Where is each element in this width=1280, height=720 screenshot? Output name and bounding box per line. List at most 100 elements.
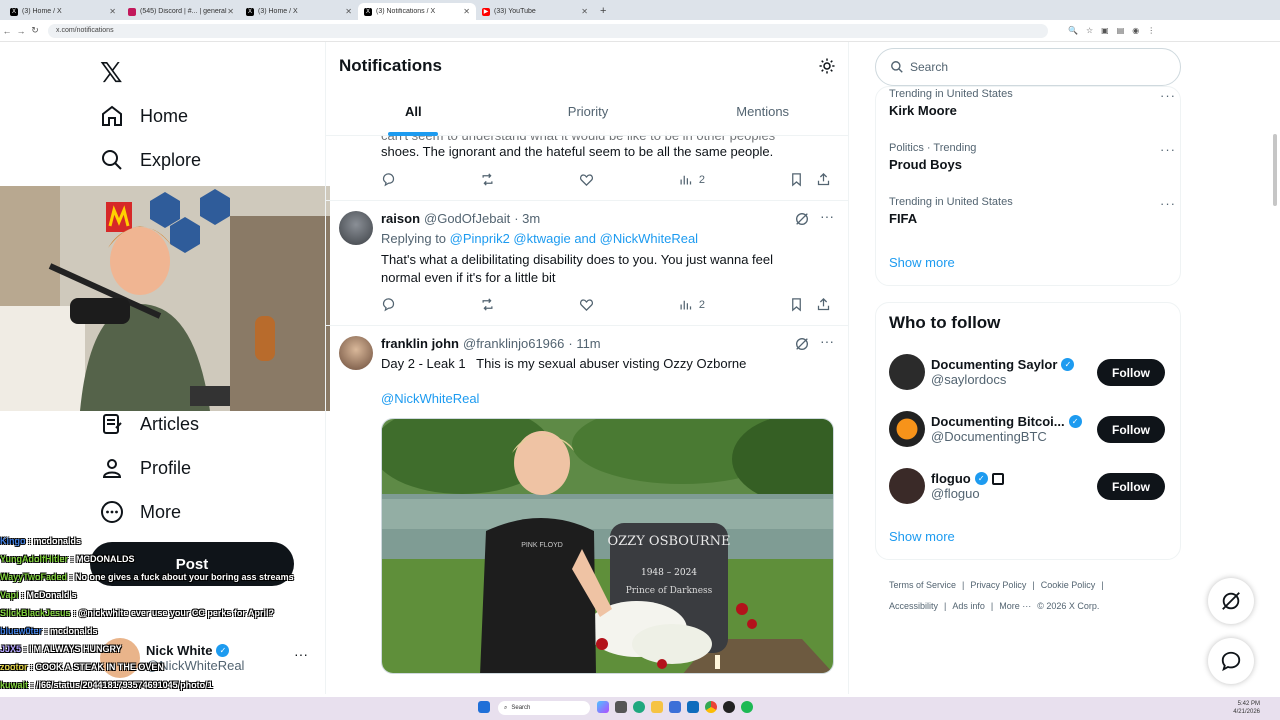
- copilot-icon[interactable]: [597, 701, 609, 713]
- stream-chat-overlay: Kingo : mcdonalds YungAdolfHitler : MCDON…: [0, 532, 340, 712]
- close-tab-icon[interactable]: ✕: [227, 7, 234, 16]
- scrollbar[interactable]: [1273, 134, 1277, 206]
- edge-icon[interactable]: [633, 701, 645, 713]
- follow-suggestion[interactable]: Documenting Bitcoi... ✓ @DocumentingBTC F…: [889, 409, 1167, 449]
- sidebar-item-profile[interactable]: Profile: [100, 456, 191, 480]
- mention-link[interactable]: @NickWhiteReal: [381, 390, 479, 408]
- task-view-icon[interactable]: [615, 701, 627, 713]
- share-icon[interactable]: [816, 172, 831, 187]
- more-dots-icon[interactable]: ···: [820, 208, 834, 224]
- more-dots-icon[interactable]: ···: [1160, 88, 1176, 103]
- x-logo-icon[interactable]: 𝕏: [100, 56, 123, 89]
- store-icon[interactable]: [669, 701, 681, 713]
- obs-icon[interactable]: [723, 701, 735, 713]
- tweet-photo[interactable]: OZZY OSBOURNE 1948 – 2024 Prince of Dark…: [381, 418, 834, 674]
- extension-icon[interactable]: ▣: [1101, 26, 1109, 35]
- browser-tab[interactable]: (545) Discord | #... | general ✕: [122, 3, 240, 20]
- messages-fab-button[interactable]: [1208, 638, 1254, 684]
- close-tab-icon[interactable]: ✕: [345, 7, 352, 16]
- gear-icon[interactable]: [818, 57, 836, 75]
- back-icon[interactable]: ←: [0, 26, 14, 36]
- chat-username: kuwait: [0, 680, 29, 690]
- sidebar-item-more[interactable]: More: [100, 500, 181, 524]
- articles-icon: [103, 414, 122, 434]
- tweet-image: OZZY OSBOURNE 1948 – 2024 Prince of Dark…: [382, 419, 833, 673]
- tweet-actions: 2: [381, 297, 831, 312]
- forward-icon[interactable]: →: [14, 26, 28, 36]
- profile-icon[interactable]: ◉: [1132, 26, 1139, 35]
- like-button[interactable]: [579, 172, 594, 187]
- search-input[interactable]: Search: [875, 48, 1181, 86]
- more-dots-icon[interactable]: ···: [1160, 142, 1176, 157]
- grok-icon[interactable]: [794, 211, 810, 227]
- sidebar-item-explore[interactable]: Explore: [100, 148, 201, 172]
- more-dots-icon[interactable]: ···: [820, 333, 834, 349]
- tweet[interactable]: raison @GodOfJebait · 3m ··· Replying to…: [326, 201, 848, 324]
- like-button[interactable]: [579, 297, 594, 312]
- grok-fab-button[interactable]: [1208, 578, 1254, 624]
- bookmark-icon[interactable]: [789, 297, 804, 312]
- system-clock[interactable]: 5:42 PM 4/21/2026: [1233, 700, 1260, 716]
- show-more-trends-link[interactable]: Show more: [889, 255, 955, 270]
- follow-suggestion[interactable]: floguo ✓ @floguo Follow: [889, 466, 1167, 506]
- sidebar-item-articles[interactable]: Articles: [100, 412, 199, 436]
- close-tab-icon[interactable]: ✕: [463, 7, 470, 16]
- avatar[interactable]: [889, 468, 925, 504]
- follow-button[interactable]: Follow: [1097, 473, 1165, 500]
- windows-start-icon[interactable]: [478, 701, 490, 713]
- follow-button[interactable]: Follow: [1097, 416, 1165, 443]
- tab-indicator: [388, 132, 439, 136]
- spotify-icon[interactable]: [741, 701, 753, 713]
- views-button[interactable]: 2: [678, 297, 705, 312]
- menu-icon[interactable]: ⋮: [1147, 26, 1155, 35]
- close-tab-icon[interactable]: ✕: [109, 7, 116, 16]
- verified-badge-icon: ✓: [1068, 415, 1082, 428]
- heart-icon: [579, 299, 593, 312]
- tab-mentions[interactable]: Mentions: [675, 98, 848, 136]
- avatar[interactable]: [339, 336, 373, 370]
- browser-tab-active[interactable]: X (3) Notifications / X ✕: [358, 3, 476, 20]
- show-more-follow-link[interactable]: Show more: [889, 529, 955, 544]
- url-field[interactable]: x.com/notifications: [48, 23, 1048, 38]
- browser-tab[interactable]: X (3) Home / X ✕: [4, 3, 122, 20]
- chat-username: YungAdolfHitler: [0, 554, 68, 564]
- avatar[interactable]: [889, 411, 925, 447]
- avatar[interactable]: [889, 354, 925, 390]
- browser-tab[interactable]: X (3) Home / X ✕: [240, 3, 358, 20]
- tab-priority[interactable]: Priority: [501, 98, 676, 136]
- avatar[interactable]: [339, 211, 373, 245]
- sidebar-item-home[interactable]: Home: [100, 104, 188, 128]
- extension-icon[interactable]: ▤: [1117, 26, 1125, 35]
- new-tab-button[interactable]: +: [600, 3, 606, 20]
- reply-button[interactable]: [381, 172, 396, 187]
- app-icon[interactable]: [687, 701, 699, 713]
- zoom-icon[interactable]: 🔍: [1068, 26, 1078, 35]
- grok-icon[interactable]: [794, 336, 810, 352]
- repost-button[interactable]: [480, 297, 495, 312]
- share-icon[interactable]: [816, 297, 831, 312]
- chat-bubble-icon: [1221, 651, 1241, 672]
- file-explorer-icon[interactable]: [651, 701, 663, 713]
- trend-item[interactable]: Trending in United States Kirk Moore ···: [889, 88, 1175, 118]
- chrome-icon[interactable]: [705, 701, 717, 713]
- tab-all[interactable]: All: [326, 98, 501, 136]
- bookmark-icon[interactable]: [789, 172, 804, 187]
- shirt-text: PINK FLOYD: [521, 542, 563, 549]
- follow-suggestion[interactable]: Documenting Saylor ✓ @saylordocs Follow: [889, 352, 1167, 392]
- reload-icon[interactable]: ↻: [28, 25, 42, 36]
- trend-item[interactable]: Trending in United States FIFA ···: [889, 196, 1175, 226]
- taskbar-search[interactable]: ⌕ Search: [498, 701, 590, 715]
- reply-button[interactable]: [381, 297, 396, 312]
- close-tab-icon[interactable]: ✕: [581, 7, 588, 16]
- more-dots-icon[interactable]: ···: [1160, 196, 1176, 211]
- views-icon: [680, 175, 692, 185]
- repost-button[interactable]: [480, 172, 495, 187]
- browser-tab[interactable]: ▶ (33) YouTube ✕: [476, 3, 594, 20]
- bookmark-star-icon[interactable]: ☆: [1086, 26, 1093, 35]
- reply-mentions[interactable]: @Pinprik2 @ktwagie and @NickWhiteReal: [450, 231, 698, 246]
- tweet[interactable]: franklin john @franklinjo61966 · 11m ···…: [326, 326, 848, 694]
- views-button[interactable]: 2: [678, 172, 705, 187]
- trend-item[interactable]: Politics · Trending Proud Boys ···: [889, 142, 1175, 172]
- reply-icon: [382, 298, 395, 312]
- follow-button[interactable]: Follow: [1097, 359, 1165, 386]
